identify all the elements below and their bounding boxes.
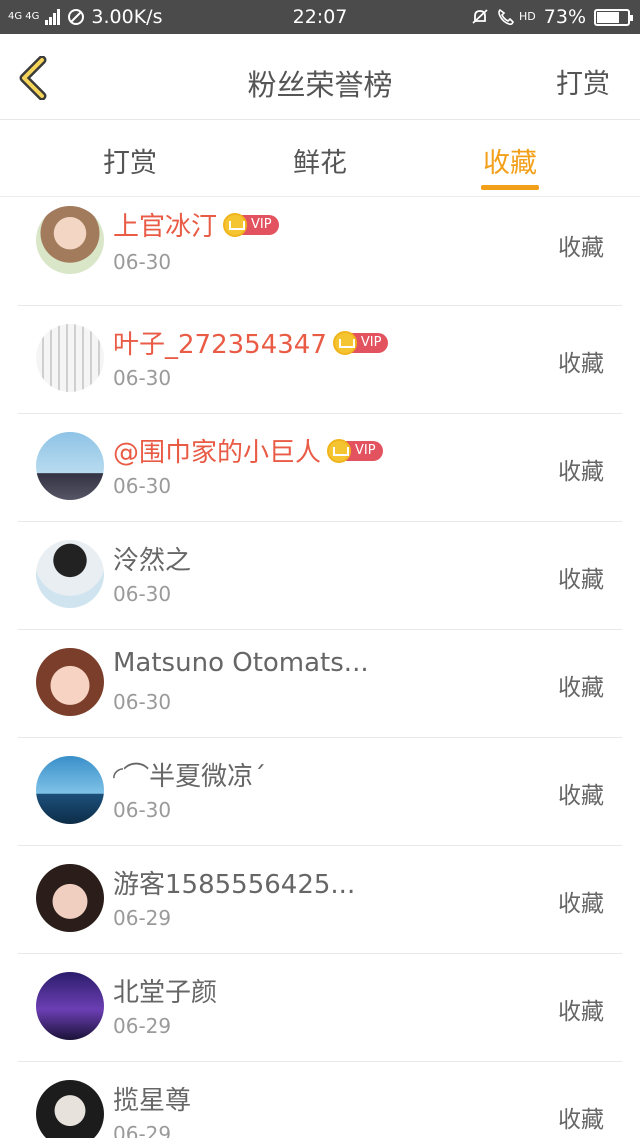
action-label: 收藏 xyxy=(558,567,604,593)
action-label: 收藏 xyxy=(558,235,604,261)
action-label: 收藏 xyxy=(558,891,604,917)
avatar-sea-couple[interactable] xyxy=(36,756,104,824)
battery-icon xyxy=(594,8,633,26)
user-name-line: ◜⌒半夏微凉ˊ xyxy=(113,756,266,793)
list-item[interactable]: ◜⌒半夏微凉ˊ 06-30 收藏 xyxy=(0,738,640,846)
phone-hd-icon xyxy=(498,8,514,26)
user-name-line: 泠然之 xyxy=(113,540,191,577)
action-label: 收藏 xyxy=(558,675,604,701)
user-name-line: @围巾家的小巨人 VIP xyxy=(113,432,383,469)
reward-button[interactable]: 打赏 xyxy=(556,62,610,101)
action-label: 收藏 xyxy=(558,999,604,1025)
user-name[interactable]: 叶子_272354347 xyxy=(113,324,327,361)
avatar-purple-night[interactable] xyxy=(36,972,104,1040)
date-label: 06-30 xyxy=(113,582,172,606)
list-item[interactable]: 叶子_272354347 VIP 06-30 收藏 xyxy=(0,306,640,414)
avatar-sky-silhouette[interactable] xyxy=(36,432,104,500)
user-name-line: 揽星尊 xyxy=(113,1080,191,1117)
tab-flowers[interactable]: 鲜花 xyxy=(275,141,365,180)
date-label: 06-29 xyxy=(113,1122,172,1138)
user-name[interactable]: 北堂子颜 xyxy=(113,972,217,1009)
tab-favorites[interactable]: 收藏 xyxy=(465,141,555,180)
avatar-costume-man[interactable] xyxy=(36,1080,104,1138)
action-label: 收藏 xyxy=(558,783,604,809)
date-label: 06-29 xyxy=(113,1014,172,1038)
user-name[interactable]: 揽星尊 xyxy=(113,1080,191,1117)
date-label: 06-30 xyxy=(113,798,172,822)
vip-badge: VIP xyxy=(327,438,383,463)
hd-label: HD xyxy=(519,10,536,23)
user-name[interactable]: 上官冰汀 xyxy=(113,206,217,243)
list-item[interactable]: 北堂子颜 06-29 收藏 xyxy=(0,954,640,1062)
tab-active-indicator xyxy=(481,185,539,190)
tab-bar: 打赏 鲜花 收藏 xyxy=(0,121,640,197)
vip-badge: VIP xyxy=(332,330,389,355)
list-item[interactable]: 泠然之 06-30 收藏 xyxy=(0,522,640,630)
user-name-line: 游客1585556425... xyxy=(113,864,355,901)
user-name-line: 叶子_272354347 VIP xyxy=(113,324,389,361)
user-name[interactable]: ◜⌒半夏微凉ˊ xyxy=(113,756,266,793)
list-item[interactable]: @围巾家的小巨人 VIP 06-30 收藏 xyxy=(0,414,640,522)
crown-icon xyxy=(327,438,352,463)
app-header: 粉丝荣誉榜 打赏 xyxy=(0,34,640,120)
status-right: HD 73% xyxy=(471,6,633,28)
date-label: 06-29 xyxy=(113,906,172,930)
avatar-girl-photo[interactable] xyxy=(36,864,104,932)
tab-reward[interactable]: 打赏 xyxy=(85,141,175,180)
list-item[interactable]: 游客1585556425... 06-29 收藏 xyxy=(0,846,640,954)
user-name[interactable]: @围巾家的小巨人 xyxy=(113,432,321,469)
crown-icon xyxy=(332,330,357,355)
user-name-line: Matsuno Otomats... xyxy=(113,648,369,678)
avatar-anime-girl[interactable] xyxy=(36,206,104,274)
action-label: 收藏 xyxy=(558,459,604,485)
date-label: 06-30 xyxy=(113,366,172,390)
date-label: 06-30 xyxy=(113,474,172,498)
vip-badge: VIP xyxy=(223,212,279,237)
user-name-line: 上官冰汀 VIP xyxy=(113,206,279,243)
status-bar: 4G 4G 3.00K/s 22:07 HD 73% xyxy=(0,0,640,34)
user-name[interactable]: 泠然之 xyxy=(113,540,191,577)
page-title: 粉丝荣誉榜 xyxy=(247,68,393,102)
mute-bell-icon xyxy=(472,9,488,24)
crown-icon xyxy=(223,212,248,237)
action-label: 收藏 xyxy=(558,351,604,377)
user-name-line: 北堂子颜 xyxy=(113,972,217,1009)
date-label: 06-30 xyxy=(113,690,172,714)
avatar-anime-face[interactable] xyxy=(36,648,104,716)
action-label: 收藏 xyxy=(558,1107,604,1133)
battery-percent: 73% xyxy=(543,6,586,28)
avatar-sketch[interactable] xyxy=(36,324,104,392)
list-item[interactable]: 揽星尊 06-29 收藏 xyxy=(0,1062,640,1138)
user-name[interactable]: 游客1585556425... xyxy=(113,864,355,901)
list-item[interactable]: Matsuno Otomats... 06-30 收藏 xyxy=(0,630,640,738)
avatar-hat-girl[interactable] xyxy=(36,540,104,608)
list-item[interactable]: 上官冰汀 VIP 06-30 收藏 xyxy=(0,198,640,306)
date-label: 06-30 xyxy=(113,250,172,274)
user-name[interactable]: Matsuno Otomats... xyxy=(113,648,369,678)
